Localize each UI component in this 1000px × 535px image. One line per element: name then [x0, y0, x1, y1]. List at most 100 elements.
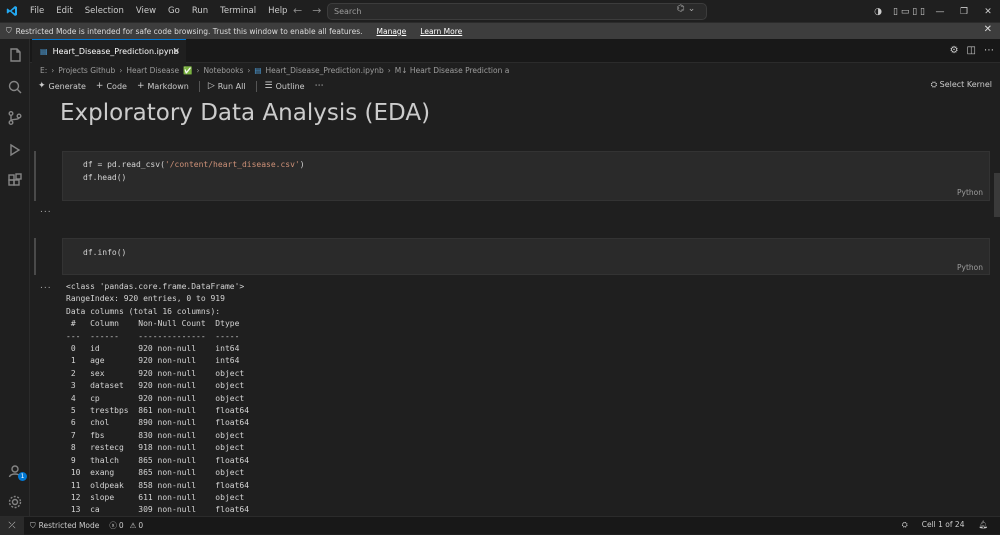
remote-indicator-icon[interactable]: ⤫: [0, 516, 24, 535]
notebook-file-icon: ▤: [40, 47, 48, 56]
plus-icon: +: [136, 81, 145, 91]
notifications-bell-icon[interactable]: 🔔︎: [978, 520, 988, 530]
vscode-logo-icon: [0, 0, 24, 23]
breadcrumb-projects[interactable]: Projects Github: [58, 66, 115, 75]
breadcrumb-drive[interactable]: E:: [40, 66, 47, 75]
menu-help[interactable]: Help: [262, 0, 293, 23]
outline-button[interactable]: ☰ Outline: [265, 81, 305, 91]
editor-tab-bar: ▤ Heart_Disease_Prediction.ipynb ✕ ⚙ ◫ ⋯: [30, 39, 1000, 63]
menu-terminal[interactable]: Terminal: [214, 0, 262, 23]
editor-scrollbar[interactable]: [994, 95, 1000, 516]
notebook-editor: Exploratory Data Analysis (EDA) df = pd.…: [30, 95, 992, 516]
menu-view[interactable]: View: [130, 0, 162, 23]
outline-label: Outline: [275, 81, 305, 91]
warning-icon[interactable]: ⚠: [130, 521, 137, 530]
restricted-mode-status[interactable]: Restricted Mode: [39, 521, 100, 530]
layout-controls-icon[interactable]: ▯ ▭ ▯ ▯: [890, 7, 928, 17]
add-code-cell-button[interactable]: + Code: [96, 81, 127, 91]
breadcrumb-file[interactable]: Heart_Disease_Prediction.ipynb: [265, 66, 383, 75]
restricted-mode-banner: ⛉ Restricted Mode is intended for safe c…: [0, 23, 1000, 39]
learn-more-link[interactable]: Learn More: [420, 27, 462, 36]
restore-icon[interactable]: ❐: [952, 7, 976, 17]
tab-label: Heart_Disease_Prediction.ipynb: [52, 47, 179, 56]
title-bar: File Edit Selection View Go Run Terminal…: [0, 0, 1000, 23]
close-window-icon[interactable]: ✕: [976, 7, 1000, 17]
code-cell-1-line-1[interactable]: df = pd.read_csv('/content/heart_disease…: [83, 158, 305, 171]
code-cell-2[interactable]: df.info() Python: [62, 238, 990, 275]
breadcrumb-markdown-heading[interactable]: M↓ Heart Disease Prediction a: [395, 66, 510, 75]
manage-link[interactable]: Manage: [377, 27, 407, 36]
notebook-settings-gear-icon[interactable]: ⚙: [950, 45, 959, 56]
code-cell-2-line-1[interactable]: df.info(): [83, 246, 126, 259]
menu-go[interactable]: Go: [162, 0, 186, 23]
markdown-label: Markdown: [147, 81, 189, 91]
breadcrumb-file-icon: ▤: [254, 65, 262, 75]
source-control-icon[interactable]: [7, 110, 23, 126]
notebook-kernel-status-icon[interactable]: ⛭: [902, 520, 908, 530]
activity-bar: 1: [0, 39, 30, 516]
error-icon[interactable]: ⓧ: [109, 520, 117, 531]
menu-edit[interactable]: Edit: [50, 0, 78, 23]
plus-icon: +: [95, 81, 104, 91]
cell-language-label[interactable]: Python: [957, 188, 983, 197]
code-text: ): [299, 160, 305, 169]
breadcrumb-notebooks[interactable]: Notebooks: [203, 66, 243, 75]
status-bar: ⤫ ⛉ Restricted Mode ⓧ 0 ⚠ 0 ⛭ Cell 1 of …: [0, 516, 1000, 535]
menu-file[interactable]: File: [24, 0, 50, 23]
toolbar-divider: [255, 80, 257, 92]
sparkle-icon: ✦: [38, 81, 46, 91]
code-label: Code: [106, 81, 127, 91]
cell-focus-bar: [34, 151, 36, 201]
error-count[interactable]: 0: [119, 521, 124, 530]
explorer-icon[interactable]: [7, 47, 23, 63]
notebook-toolbar: ✦ Generate + Code + Markdown ▷ Run All ☰ Outl…: [30, 77, 1000, 95]
search-icon[interactable]: [7, 79, 23, 95]
cell-language-label[interactable]: Python: [957, 263, 983, 272]
accounts-icon[interactable]: 1: [7, 463, 27, 481]
restricted-mode-shield-icon[interactable]: ⛉: [30, 521, 36, 531]
settings-gear-icon[interactable]: [7, 494, 23, 510]
extensions-icon[interactable]: [7, 173, 23, 189]
scrollbar-thumb[interactable]: [994, 173, 1000, 217]
add-markdown-cell-button[interactable]: + Markdown: [137, 81, 189, 91]
forward-arrow-icon[interactable]: →: [312, 4, 321, 17]
run-all-button[interactable]: ▷ Run All: [208, 81, 246, 91]
code-cell-1-line-2[interactable]: df.head(): [83, 171, 126, 184]
generate-label: Generate: [48, 81, 86, 91]
cell-2-output: <class 'pandas.core.frame.DataFrame'> Ra…: [66, 282, 250, 515]
shield-icon: ⛉: [6, 26, 12, 35]
select-kernel-button[interactable]: ⛭ Select Kernel: [931, 80, 992, 90]
cell-focus-bar: [34, 238, 36, 275]
breadcrumb-heart-disease[interactable]: Heart Disease: [126, 66, 179, 75]
cell-position[interactable]: Cell 1 of 24: [922, 520, 965, 530]
menu-bar: File Edit Selection View Go Run Terminal…: [24, 0, 293, 23]
back-arrow-icon[interactable]: ←: [293, 4, 302, 17]
tab-heart-disease-notebook[interactable]: ▤ Heart_Disease_Prediction.ipynb ✕: [32, 39, 186, 63]
minimize-icon[interactable]: —: [928, 7, 952, 17]
copilot-icon[interactable]: ⌬ ⌄: [677, 4, 695, 14]
breadcrumb: E: › Projects Github › Heart Disease ✅ › No…: [40, 65, 510, 75]
generate-button[interactable]: ✦ Generate: [38, 81, 86, 91]
toolbar-divider: [198, 80, 200, 92]
accounts-badge: 1: [18, 472, 27, 481]
banner-message: Restricted Mode is intended for safe cod…: [15, 26, 363, 36]
code-string: '/content/heart_disease.csv': [164, 160, 300, 169]
code-text: df = pd.read_csv(: [83, 160, 165, 169]
folder-check-icon: ✅: [183, 65, 193, 75]
outline-icon: ☰: [264, 81, 273, 91]
close-tab-icon[interactable]: ✕: [172, 47, 180, 57]
run-debug-icon[interactable]: [7, 142, 23, 158]
output-collapsed-icon[interactable]: ...: [40, 205, 52, 215]
command-center-search[interactable]: Search: [327, 3, 707, 20]
output-menu-icon[interactable]: ...: [40, 281, 52, 291]
split-editor-icon[interactable]: ◫: [967, 45, 976, 56]
accounts-status-icon[interactable]: ◑: [866, 7, 890, 17]
warning-count[interactable]: 0: [138, 521, 143, 530]
code-cell-1[interactable]: df = pd.read_csv('/content/heart_disease…: [62, 151, 990, 201]
menu-run[interactable]: Run: [186, 0, 214, 23]
menu-selection[interactable]: Selection: [79, 0, 130, 23]
more-toolbar-icon[interactable]: ⋯: [315, 81, 327, 91]
more-actions-icon[interactable]: ⋯: [984, 45, 994, 56]
run-all-icon: ▷: [207, 81, 215, 91]
close-banner-icon[interactable]: ✕: [984, 24, 992, 35]
